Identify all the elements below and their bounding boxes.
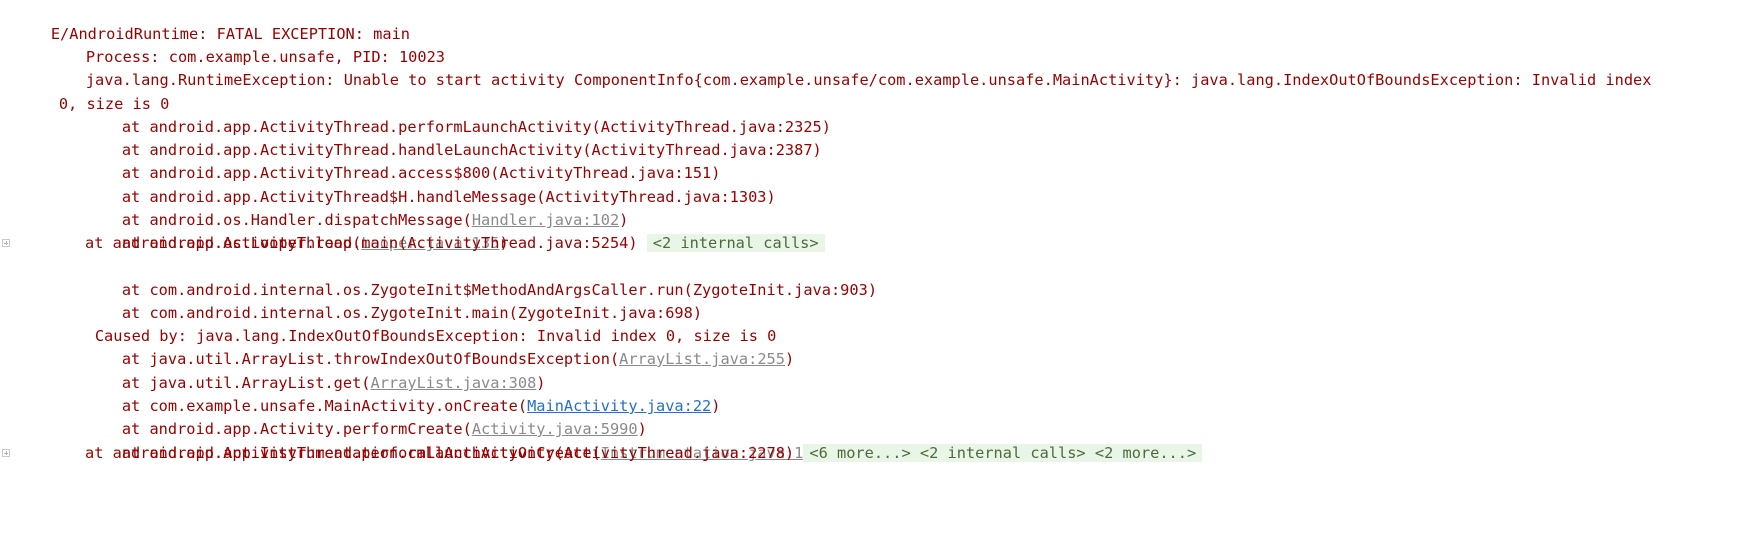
expand-fold-icon[interactable] (2, 449, 10, 457)
stack-frame: at com.example.unsafe.MainActivity.onCre… (85, 372, 721, 415)
expand-fold-icon[interactable] (2, 239, 10, 247)
exception-line: java.lang.RuntimeException: Unable to st… (49, 46, 1652, 89)
stack-frame: at android.app.ActivityThread.access$800… (85, 139, 721, 182)
process-line: Process: com.example.unsafe, PID: 10023 (49, 23, 445, 66)
more-frames-fold[interactable]: <6 more...> <2 internal calls> <2 more..… (803, 444, 1203, 462)
exception-text: java.lang.RuntimeException: Unable to st… (85, 71, 1652, 89)
stack-frame-folded: at android.app.ActivityThread.performLau… (0, 442, 1763, 465)
stack-frame-call: at android.app.ActivityThread.performLau… (85, 444, 795, 462)
stack-frame: at com.android.internal.os.ZygoteInit$Me… (85, 256, 877, 299)
log-header-line: E/AndroidRuntime: FATAL EXCEPTION: main (14, 0, 410, 43)
source-link-arraylist-255[interactable]: ArrayList.java:255 (619, 350, 785, 368)
stack-frame-text: at android.app.ActivityThread.main(Activ… (85, 232, 825, 255)
stack-frame: at com.android.internal.os.ZygoteInit.ma… (85, 279, 702, 322)
exception-continuation-line: 0, size is 0 (22, 70, 170, 113)
stack-frame: at android.os.Handler.dispatchMessage(Ha… (85, 186, 629, 229)
stack-frame-call: at android.app.ActivityThread.main(Activ… (85, 234, 638, 252)
stack-frame: at java.util.ArrayList.throwIndexOutOfBo… (85, 325, 794, 368)
stack-frame: at android.app.ActivityThread.handleLaun… (85, 116, 822, 159)
stack-frame-text: at android.app.ActivityThread.performLau… (85, 442, 1203, 465)
stack-frame-folded: at android.app.ActivityThread.main(Activ… (0, 232, 1763, 255)
stack-frame: at android.app.ActivityThread$H.handleMe… (85, 163, 776, 206)
stack-frame-suffix: ) (619, 211, 629, 229)
stack-frame: at android.app.ActivityThread.performLau… (85, 93, 831, 136)
internal-calls-fold[interactable]: <2 internal calls> (646, 234, 825, 252)
stack-frame: at android.os.Looper.loop(Looper.java:13… (85, 209, 509, 252)
stack-frame: at android.app.Instrumentation.callActiv… (85, 419, 840, 462)
stack-frame-suffix: ) (784, 350, 795, 368)
logcat-console: E/AndroidRuntime: FATAL EXCEPTION: main … (0, 0, 1763, 528)
stack-frame-suffix: ) (711, 397, 721, 415)
caused-by-line: Caused by: java.lang.IndexOutOfBoundsExc… (58, 302, 777, 345)
stack-frame: at android.app.Activity.performCreate(Ac… (85, 395, 647, 438)
stack-frame: at java.util.ArrayList.get(ArrayList.jav… (85, 349, 546, 392)
